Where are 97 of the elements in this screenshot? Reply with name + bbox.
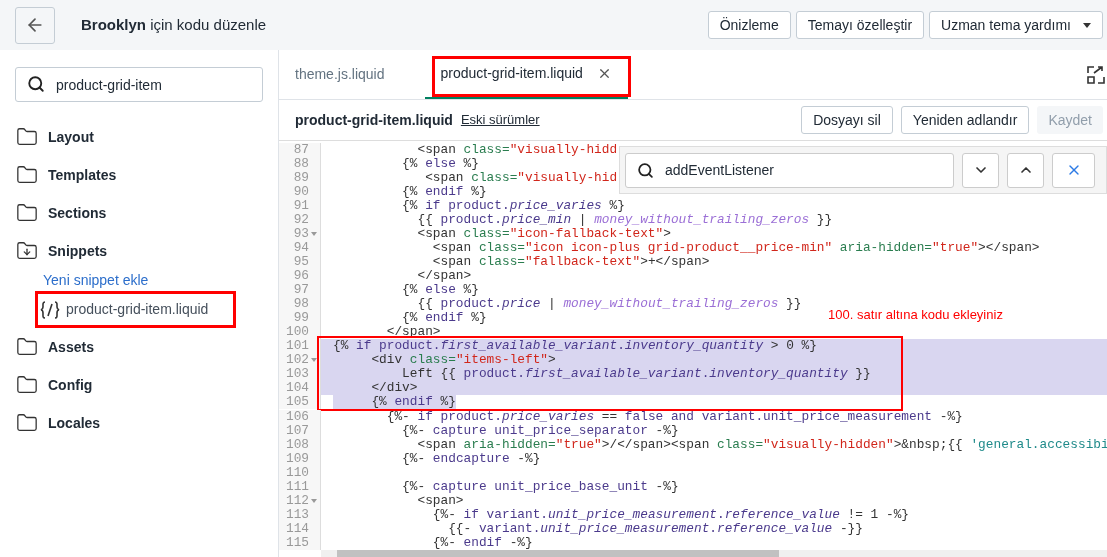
fold-icon[interactable] xyxy=(311,232,317,236)
folder-icon xyxy=(16,202,38,224)
line-number: 115 xyxy=(285,536,309,550)
line-number: 108 xyxy=(285,438,309,452)
editor-tab[interactable]: theme.js.liquid xyxy=(295,50,401,99)
line-number: 98 xyxy=(293,297,309,311)
line-number: 95 xyxy=(293,255,309,269)
code-line: {%- capture unit_price_separator -%} xyxy=(401,424,679,438)
code-line: <span class="icon-fallback-text"> xyxy=(416,227,671,241)
line-number: 91 xyxy=(293,199,309,213)
code-line: </span> xyxy=(385,325,441,339)
file-name: product-grid-item.liquid xyxy=(295,110,453,130)
history-link[interactable]: Eski sürümler xyxy=(460,110,540,130)
line-number: 88 xyxy=(293,157,309,171)
line-number: 113 xyxy=(285,508,309,522)
code-line: <span class="visually-hidd xyxy=(416,143,618,157)
line-number: 94 xyxy=(293,241,309,255)
code-line: {%- endif -%} xyxy=(431,536,533,550)
file-item[interactable]: product-grid-item.liquid xyxy=(35,291,236,328)
line-number: 102 xyxy=(285,353,309,367)
folder-down-icon xyxy=(16,240,38,262)
code-line: {% endif %} xyxy=(401,311,487,325)
editor-tab[interactable]: product-grid-item.liquid xyxy=(424,50,628,99)
header-button[interactable]: Temayı özelleştir xyxy=(795,11,925,39)
code-line: <span> xyxy=(416,494,464,508)
folder-item[interactable]: Templates xyxy=(0,156,278,194)
code-line: {% if product.first_available_variant.inventory_quantity > 0 %} xyxy=(333,339,817,353)
folder-icon xyxy=(16,412,38,434)
scrollbar-thumb[interactable] xyxy=(337,550,779,557)
code-line: <div class="items-left"> xyxy=(370,353,556,367)
code-line: {{ product.price_min | money_without_trailing_zeros }} xyxy=(416,213,833,227)
folder-icon xyxy=(16,374,38,396)
close-find-button[interactable] xyxy=(1052,152,1095,188)
search-field[interactable]: product-grid-item xyxy=(15,67,263,102)
fold-icon[interactable] xyxy=(311,499,317,503)
find-field[interactable]: addEventListener xyxy=(625,152,954,188)
expand-icon[interactable] xyxy=(1087,66,1105,84)
line-number: 107 xyxy=(285,424,309,438)
horizontal-scrollbar[interactable] xyxy=(321,550,1107,557)
line-number: 111 xyxy=(285,480,309,494)
search-icon xyxy=(27,75,45,93)
code-line: {%- endcapture -%} xyxy=(401,452,541,466)
line-number: 100 xyxy=(285,325,309,339)
code-line: {% endif %} xyxy=(401,185,487,199)
line-number: 96 xyxy=(293,269,309,283)
code-line: {%- if product.price_varies == false and variant.unit_price_measurement -%} xyxy=(385,410,963,424)
folder-item[interactable]: Snippets xyxy=(0,232,278,270)
previous-match-button[interactable] xyxy=(1007,152,1044,188)
line-number: 99 xyxy=(293,311,309,325)
folder-item[interactable]: Layout xyxy=(0,118,278,156)
folder-item[interactable]: Sections xyxy=(0,194,278,232)
folder-item[interactable]: Config xyxy=(0,366,278,404)
code-line: </span> xyxy=(416,269,472,283)
code-line: Left {{ product.first_available_variant.inventory_quantity }} xyxy=(401,367,871,381)
line-number: 110 xyxy=(285,466,309,480)
line-number: 92 xyxy=(293,213,309,227)
line-number: 105 xyxy=(285,395,309,409)
code-line: </div> xyxy=(370,381,418,395)
code-line: {% else %} xyxy=(401,157,479,171)
line-number: 97 xyxy=(293,283,309,297)
file-button[interactable]: Dosyayı sil xyxy=(801,106,893,134)
fold-icon[interactable] xyxy=(311,358,317,362)
header-button[interactable]: Uzman tema yardımı xyxy=(929,11,1103,39)
header-button[interactable]: Önizleme xyxy=(707,11,791,39)
line-number: 106 xyxy=(285,410,309,424)
line-number: 114 xyxy=(285,522,309,536)
code-line: <span class="visually-hid xyxy=(424,171,618,185)
code-line: {% if product.price_varies %} xyxy=(401,199,625,213)
folder-icon xyxy=(16,164,38,186)
code-line: {%- if variant.unit_price_measurement.reference_value != 1 -%} xyxy=(431,508,909,522)
line-number: 87 xyxy=(293,143,309,157)
back-button[interactable] xyxy=(15,6,55,44)
line-number: 93 xyxy=(293,227,309,241)
line-number: 89 xyxy=(293,171,309,185)
line-number: 101 xyxy=(285,339,309,353)
code-line: {%- capture unit_price_base_unit -%} xyxy=(401,480,679,494)
code-line: {% else %} xyxy=(401,283,479,297)
code-line: {{- variant.unit_price_measurement.reference_value -}} xyxy=(447,522,863,536)
line-number: 104 xyxy=(285,381,309,395)
folder-icon xyxy=(16,336,38,358)
new-snippet-link[interactable]: Yeni snippet ekle xyxy=(43,270,149,291)
page-title: Brooklyn için kodu düzenle xyxy=(81,14,267,35)
folder-icon xyxy=(16,126,38,148)
file-button[interactable]: Yeniden adlandır xyxy=(900,106,1030,134)
line-number: 90 xyxy=(293,185,309,199)
code-line: <span class="icon icon-plus grid-product__price-min" aria-hidden="true"></span> xyxy=(431,241,1040,255)
code-line: {{ product.price | money_without_trailing_zeros }} xyxy=(416,297,802,311)
line-number: 109 xyxy=(285,452,309,466)
folder-item[interactable]: Assets xyxy=(0,328,278,366)
braces-icon xyxy=(40,300,60,319)
line-number: 112 xyxy=(285,494,309,508)
search-icon xyxy=(637,161,654,179)
line-number: 103 xyxy=(285,367,309,381)
folder-item[interactable]: Locales xyxy=(0,404,278,442)
annotation-note: 100. satır altına kodu ekleyiniz xyxy=(828,306,1003,324)
code-line: <span class="fallback-text">+</span> xyxy=(431,255,710,269)
next-match-button[interactable] xyxy=(962,152,999,188)
